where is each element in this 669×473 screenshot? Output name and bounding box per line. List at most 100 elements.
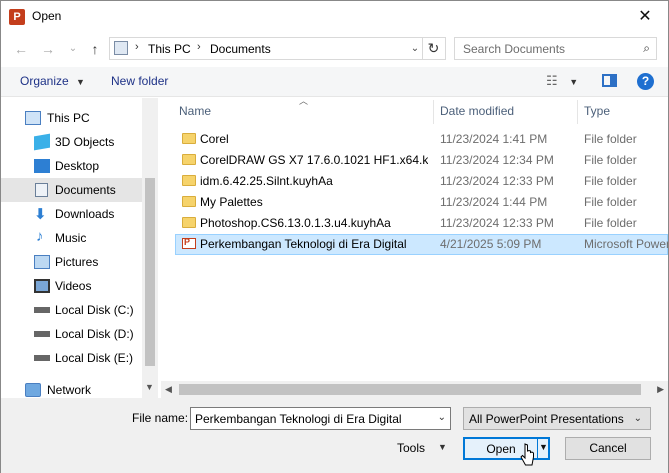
column-divider[interactable]: [577, 100, 578, 124]
file-name-input[interactable]: [191, 408, 427, 429]
search-icon[interactable]: ⌕: [643, 41, 650, 56]
file-name-label: File name:: [132, 411, 189, 425]
sidebar-item-desktop[interactable]: Desktop: [1, 154, 142, 178]
file-date: 11/23/2024 1:44 PM: [440, 195, 548, 209]
sidebar-item-3d-objects[interactable]: 3D Objects: [1, 130, 142, 154]
file-name-combobox[interactable]: ⌄: [190, 407, 451, 430]
file-type-select[interactable]: All PowerPoint Presentations ⌄: [463, 407, 651, 430]
help-icon[interactable]: ?: [637, 73, 654, 90]
sidebar-scrollbar[interactable]: ▼: [142, 98, 158, 398]
sidebar-item-documents[interactable]: Documents: [1, 178, 142, 202]
column-headers: ︿ Name Date modified Type: [171, 96, 668, 124]
file-row[interactable]: Corel 11/23/2024 1:41 PM File folder: [175, 129, 668, 150]
sidebar-item-videos[interactable]: Videos: [1, 274, 142, 298]
chevron-down-icon[interactable]: ▼: [145, 382, 154, 392]
search-input[interactable]: [455, 38, 635, 59]
up-button[interactable]: ↑: [86, 39, 104, 59]
chevron-down-icon[interactable]: ▼: [539, 442, 548, 452]
file-name: Perkembangan Teknologi di Era Digital: [200, 237, 407, 251]
desktop-icon: [34, 159, 50, 173]
new-folder-button[interactable]: New folder: [111, 74, 168, 88]
sidebar-item-label: Network: [47, 383, 92, 397]
chevron-right-icon[interactable]: ▶: [657, 384, 664, 395]
sidebar-item-local-disk-e[interactable]: Local Disk (E:): [1, 346, 142, 370]
split-divider: [537, 439, 538, 458]
file-date: 4/21/2025 5:09 PM: [440, 237, 542, 251]
documents-icon: [35, 183, 48, 197]
folder-icon: [182, 133, 196, 144]
chevron-down-icon[interactable]: ⌄: [438, 412, 446, 423]
sidebar-item-label: Music: [55, 231, 87, 245]
sidebar-item-label: Pictures: [55, 255, 99, 269]
chevron-right-icon[interactable]: ›: [197, 41, 201, 53]
chevron-down-icon[interactable]: ▼: [438, 442, 447, 452]
drive-icon: [34, 307, 50, 313]
horizontal-scrollbar[interactable]: ◀ ▶: [161, 381, 668, 398]
column-divider[interactable]: [433, 100, 434, 124]
column-header-date-modified[interactable]: Date modified: [440, 104, 514, 118]
folder-icon: [182, 175, 196, 186]
download-icon: ⬇: [34, 206, 47, 223]
recent-locations-button[interactable]: ⌄: [64, 39, 82, 59]
this-pc-icon: [114, 41, 128, 55]
file-type: File folder: [584, 153, 637, 167]
back-button[interactable]: ←: [12, 39, 30, 59]
videos-icon: [34, 279, 50, 293]
column-header-type[interactable]: Type: [584, 104, 610, 118]
column-header-name[interactable]: Name: [179, 104, 211, 118]
organize-label: Organize: [20, 74, 69, 88]
file-type: File folder: [584, 216, 637, 230]
sidebar-item-downloads[interactable]: ⬇ Downloads: [1, 202, 142, 226]
file-row[interactable]: Perkembangan Teknologi di Era Digital 4/…: [175, 234, 668, 255]
command-bar: Organize ▼ New folder ☷ ▼ ?: [1, 67, 668, 97]
powerpoint-file-icon: [182, 237, 196, 249]
sidebar-item-label: Videos: [55, 279, 92, 293]
chevron-right-icon[interactable]: ›: [135, 41, 139, 53]
sidebar-item-this-pc[interactable]: This PC: [1, 106, 142, 130]
cancel-button[interactable]: Cancel: [565, 437, 651, 460]
sidebar-item-label: Documents: [55, 183, 116, 197]
tools-button[interactable]: Tools: [397, 441, 425, 455]
file-row[interactable]: Photoshop.CS6.13.0.1.3.u4.kuyhAa 11/23/2…: [175, 213, 668, 234]
forward-button[interactable]: →: [39, 39, 57, 59]
file-row[interactable]: CorelDRAW GS X7 17.6.0.1021 HF1.x64.ku..…: [175, 150, 668, 171]
file-type: File folder: [584, 132, 637, 146]
sidebar-item-label: Local Disk (C:): [55, 303, 134, 317]
scrollbar-thumb[interactable]: [179, 384, 641, 395]
sidebar-item-label: Local Disk (D:): [55, 327, 134, 341]
file-type-selected: All PowerPoint Presentations: [469, 412, 624, 426]
open-split-button[interactable]: Open ▼: [463, 437, 550, 460]
sidebar-item-pictures[interactable]: Pictures: [1, 250, 142, 274]
refresh-button[interactable]: ↻: [422, 38, 444, 59]
sidebar-item-music[interactable]: ♪ Music: [1, 226, 142, 250]
folder-icon: [182, 196, 196, 207]
navigation-pane: This PC 3D Objects Desktop Documents ⬇ D…: [1, 98, 158, 398]
change-view-button[interactable]: ☷ ▼: [546, 73, 578, 89]
preview-pane-icon[interactable]: [602, 74, 617, 87]
sidebar-item-local-disk-c[interactable]: Local Disk (C:): [1, 298, 142, 322]
powerpoint-app-icon: P: [9, 9, 25, 25]
sidebar-item-label: This PC: [47, 111, 90, 125]
scrollbar-thumb[interactable]: [145, 178, 155, 366]
chevron-down-icon: ⌄: [633, 413, 642, 424]
address-bar[interactable]: › This PC › Documents ⌄: [109, 37, 446, 60]
file-row[interactable]: idm.6.42.25.Silnt.kuyhAa 11/23/2024 12:3…: [175, 171, 668, 192]
file-date: 11/23/2024 12:33 PM: [440, 174, 554, 188]
chevron-left-icon[interactable]: ◀: [165, 384, 172, 395]
file-row[interactable]: My Palettes 11/23/2024 1:44 PM File fold…: [175, 192, 668, 213]
search-box[interactable]: ⌕: [454, 37, 657, 60]
chevron-down-icon: ▼: [569, 77, 579, 87]
file-date: 11/23/2024 12:33 PM: [440, 216, 554, 230]
drive-icon: [34, 331, 50, 337]
title-bar: P Open ✕: [1, 1, 668, 32]
file-name: My Palettes: [200, 195, 263, 209]
close-button[interactable]: ✕: [622, 1, 668, 32]
cube-icon: [34, 133, 50, 151]
sidebar-item-local-disk-d[interactable]: Local Disk (D:): [1, 322, 142, 346]
breadcrumb-documents[interactable]: Documents: [210, 42, 271, 56]
folder-icon: [182, 217, 196, 228]
sort-ascending-icon: ︿: [299, 96, 309, 106]
breadcrumb-this-pc[interactable]: This PC: [148, 42, 191, 56]
organize-button[interactable]: Organize ▼: [20, 74, 85, 88]
dialog-footer: File name: ⌄ All PowerPoint Presentation…: [1, 398, 668, 473]
